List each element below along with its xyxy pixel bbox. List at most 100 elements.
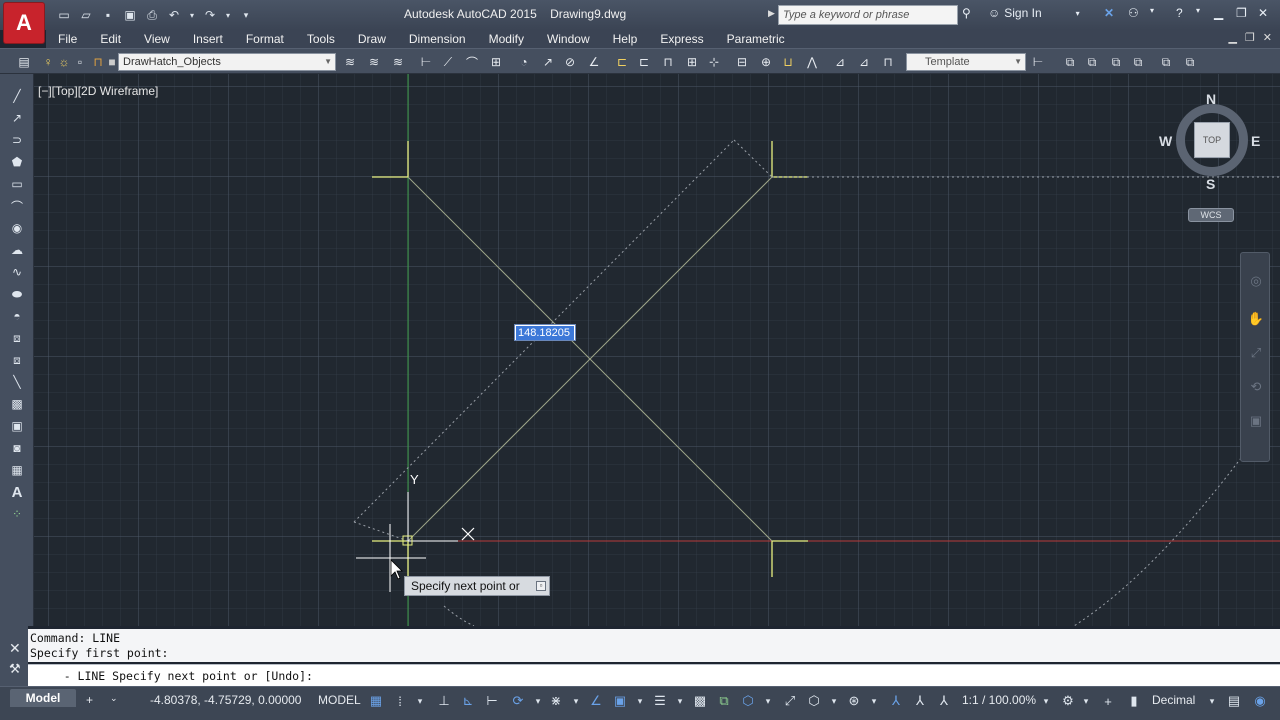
help-icon[interactable]: ? xyxy=(1176,6,1183,20)
menu-tools[interactable]: Tools xyxy=(295,32,346,46)
menu-express[interactable]: Express xyxy=(648,32,714,46)
model-tab[interactable]: Model xyxy=(10,689,76,707)
polygon-icon[interactable]: ⬟ xyxy=(9,154,25,170)
auto-scale-icon[interactable]: ⅄ xyxy=(912,693,928,709)
menu-draw[interactable]: Draw xyxy=(346,32,397,46)
exchange-apps-icon[interactable]: ✕ xyxy=(1104,6,1114,20)
compass-south[interactable]: S xyxy=(1206,176,1215,192)
infer-constraints-icon[interactable]: ⊥ xyxy=(436,693,452,709)
prompt-options-button[interactable]: ▫ xyxy=(536,581,546,591)
insert-block-icon[interactable]: ⧈ xyxy=(9,330,25,346)
diameter-dimension-icon[interactable]: ⊘ xyxy=(562,54,578,70)
transparency-icon[interactable]: ▩ xyxy=(692,693,708,709)
inspection-icon[interactable]: ⊔ xyxy=(780,54,796,70)
dynamic-input-field[interactable]: 148.18205 xyxy=(514,324,576,341)
arc-length-icon[interactable]: ⌒ xyxy=(464,54,480,70)
compass-north[interactable]: N xyxy=(1206,91,1216,107)
hatch-icon[interactable]: ▩ xyxy=(9,396,25,412)
close-window-icon[interactable]: ✕ xyxy=(1258,6,1268,20)
compass-west[interactable]: W xyxy=(1159,133,1172,149)
menu-file[interactable]: File xyxy=(46,32,88,46)
layout-list-icon[interactable]: ⌄ xyxy=(110,693,118,704)
draw-order-under-icon[interactable]: ⧉ xyxy=(1130,54,1146,70)
jogged-dimension-icon[interactable]: ↗ xyxy=(540,54,556,70)
close-command-line-icon[interactable]: ✕ xyxy=(9,640,21,657)
annotation-visibility-icon[interactable]: ⅄ xyxy=(888,693,904,709)
menu-parametric[interactable]: Parametric xyxy=(715,32,796,46)
text-to-front-icon[interactable]: ⧉ xyxy=(1158,54,1174,70)
lineweight-dropdown-icon[interactable]: ▾ xyxy=(672,693,688,709)
dynamic-ucs-icon[interactable]: ⤢ xyxy=(782,693,798,709)
showmotion-icon[interactable]: ▣ xyxy=(1248,413,1264,429)
construction-line-icon[interactable]: ↗ xyxy=(9,110,25,126)
gizmo-icon[interactable]: ⊛ xyxy=(846,693,862,709)
dimension-break-icon[interactable]: ⊹ xyxy=(706,54,722,70)
selection-cycling-icon[interactable]: ⧉ xyxy=(716,693,732,709)
redo-dropdown-icon[interactable]: ▾ xyxy=(224,7,232,23)
selection-filter-dropdown-icon[interactable]: ▾ xyxy=(826,693,842,709)
drawing-canvas[interactable]: Y [−][Top][2D Wireframe] 148.18205 Speci… xyxy=(34,74,1280,626)
open-folder-icon[interactable]: ▱ xyxy=(78,7,94,23)
print-icon[interactable]: ⎙ xyxy=(144,7,160,23)
layer-properties-icon[interactable]: ▤ xyxy=(16,54,32,70)
linear-dimension-icon[interactable]: ⊢ xyxy=(418,54,434,70)
model-space-toggle[interactable]: MODEL xyxy=(318,693,361,707)
jogged-linear-icon[interactable]: ⋀ xyxy=(804,54,820,70)
rectangle-icon[interactable]: ▭ xyxy=(9,176,25,192)
tolerance-icon[interactable]: ⊟ xyxy=(734,54,750,70)
menu-edit[interactable]: Edit xyxy=(88,32,132,46)
save-as-icon[interactable]: ▣ xyxy=(122,7,138,23)
menu-view[interactable]: View xyxy=(132,32,181,46)
draw-order-above-icon[interactable]: ⧉ xyxy=(1108,54,1124,70)
layer-lock-icon[interactable]: ▫ xyxy=(72,54,88,70)
ortho-icon[interactable]: ⊢ xyxy=(484,693,500,709)
doc-minimize-icon[interactable]: ▁ xyxy=(1228,31,1236,44)
dimension-edit-icon[interactable]: ⊿ xyxy=(832,54,848,70)
menu-format[interactable]: Format xyxy=(234,32,295,46)
snap-dropdown-icon[interactable]: ▾ xyxy=(412,693,428,709)
object-snap-dropdown-icon[interactable]: ▾ xyxy=(632,693,648,709)
angular-dimension-icon[interactable]: ∠ xyxy=(586,54,602,70)
ellipse-icon[interactable]: ⬬ xyxy=(9,286,25,302)
application-menu-button[interactable]: A xyxy=(4,3,44,43)
stay-connected-icon[interactable]: ⚇ xyxy=(1128,6,1139,20)
gizmo-dropdown-icon[interactable]: ▾ xyxy=(866,693,882,709)
search-input[interactable]: Type a keyword or phrase xyxy=(778,5,958,25)
dimension-update-icon[interactable]: ⊓ xyxy=(880,54,896,70)
isometric-dropdown-icon[interactable]: ▾ xyxy=(568,693,584,709)
center-mark-icon[interactable]: ⊕ xyxy=(758,54,774,70)
expand-search-icon[interactable]: ▶ xyxy=(768,8,775,19)
zoom-extents-icon[interactable]: ⤢ xyxy=(1248,345,1264,361)
dimension-style-dropdown[interactable]: Template ▼ xyxy=(906,53,1026,71)
menu-modify[interactable]: Modify xyxy=(477,32,535,46)
multiline-text-icon[interactable]: A xyxy=(9,484,25,501)
viewcube[interactable]: TOP N S E W xyxy=(1159,90,1262,192)
redo-icon[interactable]: ↷ xyxy=(202,7,218,23)
polar-tracking-icon[interactable]: ⟳ xyxy=(510,693,526,709)
hatches-to-back-icon[interactable]: ⧉ xyxy=(1182,54,1198,70)
doc-restore-icon[interactable]: ❐ xyxy=(1245,31,1255,44)
layer-state-icon[interactable]: ≋ xyxy=(390,54,406,70)
make-block-icon[interactable]: ⧈ xyxy=(9,352,25,368)
grid-icon[interactable]: ▦ xyxy=(368,693,384,709)
isometric-icon[interactable]: ⋇ xyxy=(548,693,564,709)
viewcube-top-face[interactable]: TOP xyxy=(1194,122,1230,158)
dimension-space-icon[interactable]: ⊞ xyxy=(684,54,700,70)
annotation-scale-icon[interactable]: ⅄ xyxy=(936,693,952,709)
wcs-menu-button[interactable]: WCS xyxy=(1188,208,1234,222)
minimize-window-icon[interactable]: ▁ xyxy=(1214,6,1223,20)
customize-wrench-icon[interactable]: ⚒ xyxy=(9,661,21,677)
steering-wheel-icon[interactable]: ◎ xyxy=(1248,273,1264,289)
command-input[interactable]: - LINE Specify next point or [Undo]: xyxy=(28,664,1280,686)
dimension-text-edit-icon[interactable]: ⊿ xyxy=(856,54,872,70)
save-icon[interactable]: ▪ xyxy=(100,7,116,23)
line-icon[interactable]: ╱ xyxy=(9,88,25,104)
viewport-controls-label[interactable]: [−][Top][2D Wireframe] xyxy=(38,84,158,98)
ordinate-dimension-icon[interactable]: ⊞ xyxy=(488,54,504,70)
undo-icon[interactable]: ↶ xyxy=(166,7,182,23)
dynamic-input-icon[interactable]: ⊾ xyxy=(460,693,476,709)
undo-dropdown-icon[interactable]: ▾ xyxy=(188,7,196,23)
clean-screen-icon[interactable]: ◉ xyxy=(1252,693,1268,709)
radius-dimension-icon[interactable]: ◔ xyxy=(516,54,532,70)
workspace-dropdown-icon[interactable]: ▾ xyxy=(1078,693,1094,709)
